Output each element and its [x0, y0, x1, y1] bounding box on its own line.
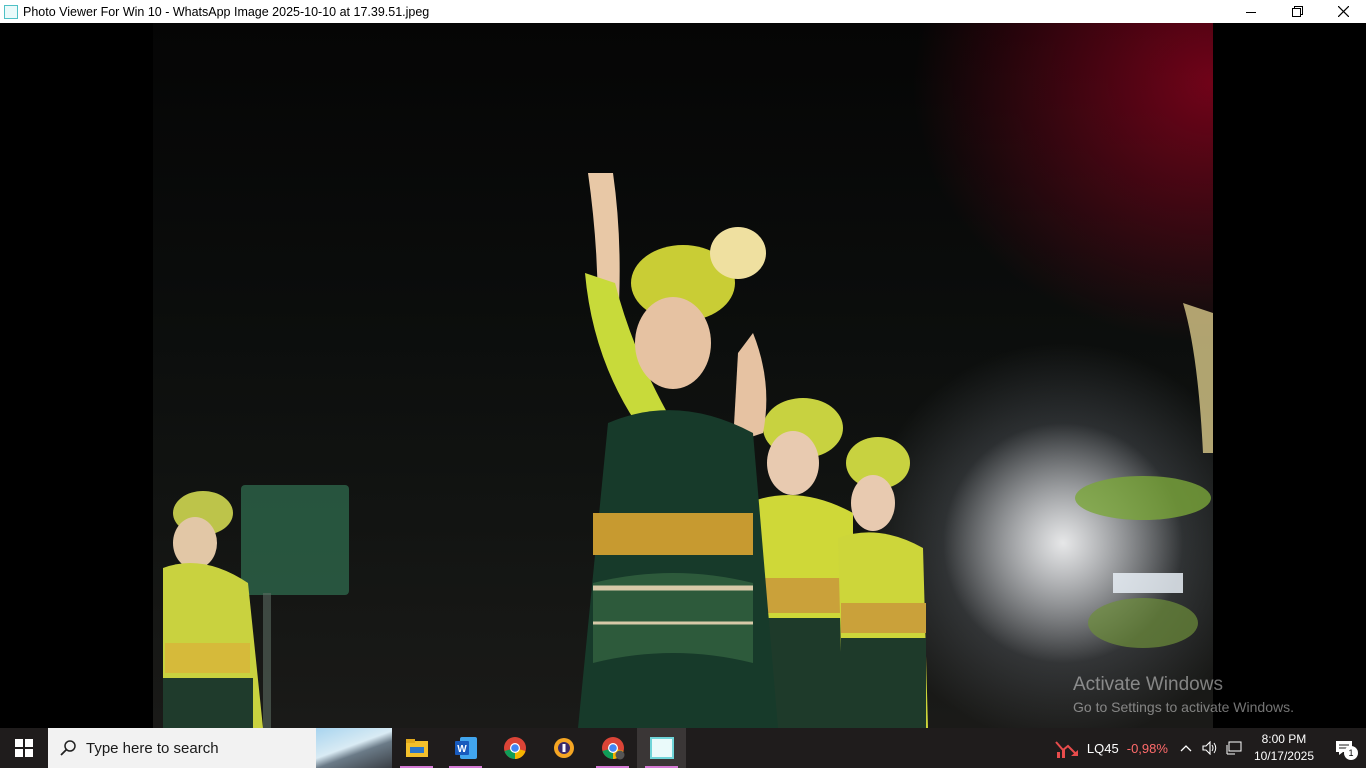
- minimize-icon: [1246, 11, 1256, 13]
- action-center-button[interactable]: 1: [1322, 728, 1366, 768]
- volume-button[interactable]: [1198, 728, 1222, 768]
- stock-down-chart-icon: [1055, 741, 1078, 758]
- window-controls: [1228, 0, 1366, 23]
- vpn-button[interactable]: [539, 728, 588, 768]
- photo-viewer-button[interactable]: [637, 728, 686, 768]
- network-button[interactable]: [1222, 728, 1246, 768]
- restore-button[interactable]: [1274, 0, 1320, 23]
- minimize-button[interactable]: [1228, 0, 1274, 23]
- window-title: Photo Viewer For Win 10 - WhatsApp Image…: [23, 4, 430, 19]
- chrome-profile-icon: [601, 737, 624, 760]
- notification-count-badge: 1: [1344, 746, 1358, 760]
- file-explorer-button[interactable]: [392, 728, 441, 768]
- activate-windows-watermark: Activate Windows Go to Settings to activ…: [1073, 673, 1294, 717]
- search-box[interactable]: Type here to search: [48, 728, 392, 768]
- photo-viewer-icon: [649, 737, 674, 759]
- photo-viewer-app-icon: [4, 4, 18, 19]
- activate-windows-title: Activate Windows: [1073, 674, 1223, 695]
- word-icon: W: [454, 737, 477, 759]
- photo-dancers-illustration: [163, 173, 1213, 728]
- network-icon: [1226, 741, 1242, 755]
- taskbar: Type here to search W LQ45 -0,98% 8:00 P…: [0, 728, 1366, 768]
- windows-logo-icon: [15, 739, 33, 757]
- activate-windows-subtitle: Go to Settings to activate Windows.: [1073, 699, 1294, 715]
- chevron-up-icon: [1180, 745, 1192, 752]
- search-highlight-image: [316, 728, 392, 768]
- pinned-apps: W: [392, 728, 686, 768]
- word-button[interactable]: W: [441, 728, 490, 768]
- clock-time: 8:00 PM: [1261, 732, 1307, 746]
- system-tray: LQ45 -0,98% 8:00 PM 10/17/2025 1: [1049, 728, 1366, 768]
- image-viewer[interactable]: Activate Windows Go to Settings to activ…: [0, 23, 1366, 728]
- stock-change: -0,98%: [1126, 740, 1168, 756]
- chrome-button[interactable]: [490, 728, 539, 768]
- restore-icon: [1291, 6, 1303, 17]
- start-button[interactable]: [0, 728, 48, 768]
- displayed-photo: [153, 23, 1213, 728]
- vpn-shield-icon: [553, 738, 574, 758]
- show-hidden-icons-button[interactable]: [1174, 728, 1198, 768]
- file-explorer-icon: [405, 739, 428, 757]
- close-icon: [1337, 6, 1349, 17]
- stock-symbol: LQ45: [1086, 740, 1119, 756]
- title-bar: Photo Viewer For Win 10 - WhatsApp Image…: [0, 0, 1366, 23]
- speaker-icon: [1202, 741, 1217, 755]
- search-icon: [60, 740, 76, 756]
- close-button[interactable]: [1320, 0, 1366, 23]
- chrome-icon: [503, 737, 526, 759]
- svg-text:W: W: [457, 744, 467, 755]
- clock-date: 10/17/2025: [1253, 749, 1314, 763]
- clock[interactable]: 8:00 PM 10/17/2025: [1246, 731, 1322, 765]
- stock-widget[interactable]: LQ45 -0,98%: [1049, 728, 1174, 768]
- chrome-profile-button[interactable]: [588, 728, 637, 768]
- search-placeholder: Type here to search: [86, 739, 219, 757]
